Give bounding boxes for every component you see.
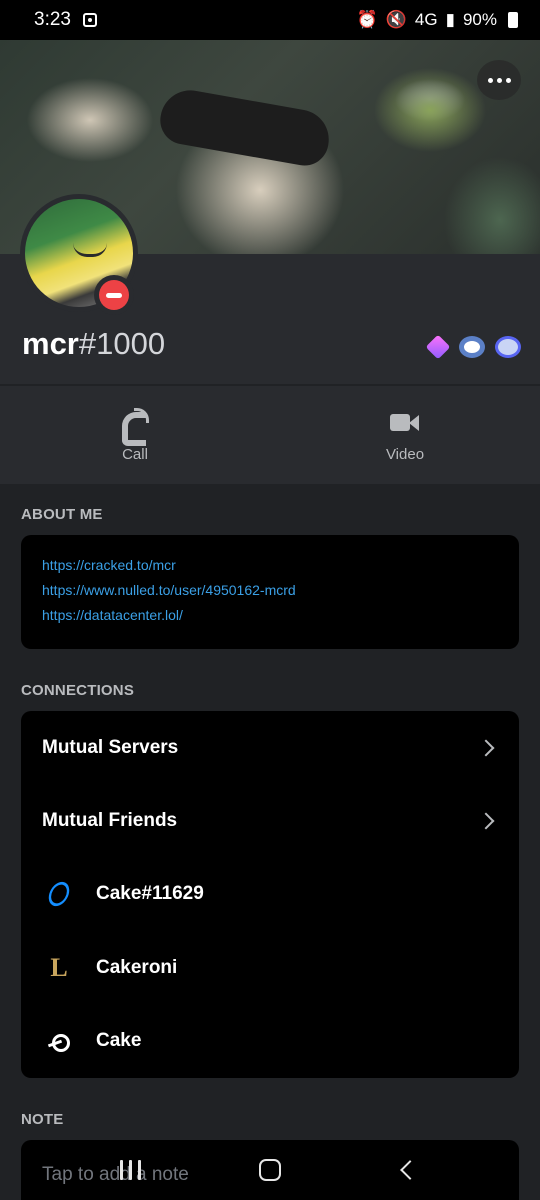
status-time: 3:23 bbox=[34, 9, 71, 30]
connection-name: Cake bbox=[96, 1030, 142, 1052]
more-options-button[interactable] bbox=[477, 60, 521, 100]
about-link[interactable]: https://www.nulled.to/user/4950162-mcrd bbox=[42, 582, 498, 598]
mutual-friends-row[interactable]: Mutual Friends bbox=[42, 784, 498, 857]
more-dot-icon bbox=[505, 77, 511, 83]
more-dot-icon bbox=[487, 77, 493, 83]
connection-league-row[interactable]: L Cakeroni bbox=[42, 931, 498, 1004]
nitro-gem-badge-icon[interactable] bbox=[425, 334, 451, 360]
note-title: NOTE bbox=[21, 1111, 64, 1128]
battery-percent: 90% bbox=[462, 10, 497, 29]
connections-title: CONNECTIONS bbox=[21, 682, 135, 699]
signal-type: 4G bbox=[414, 10, 438, 29]
connections-card: Mutual Servers Mutual Friends Cake#11629… bbox=[21, 711, 519, 1078]
connection-steam-row[interactable]: Cake bbox=[42, 1005, 498, 1078]
mutual-servers-label: Mutual Servers bbox=[42, 736, 179, 758]
home-button[interactable] bbox=[250, 1150, 290, 1190]
username-name: mcr bbox=[22, 326, 79, 361]
profile-screen: 3:23 ⏰ 🔇 4G ▮ 90% mcr#1000 Call Video AB… bbox=[0, 0, 540, 1200]
steam-icon bbox=[42, 1024, 76, 1058]
nitro-badge-icon[interactable] bbox=[495, 336, 521, 358]
about-me-card: https://cracked.to/mcr https://www.nulle… bbox=[21, 535, 519, 649]
chevron-right-icon bbox=[477, 739, 495, 757]
call-button[interactable]: Call bbox=[0, 386, 270, 484]
mute-icon: 🔇 bbox=[385, 10, 407, 29]
call-label: Call bbox=[122, 445, 148, 463]
recents-button[interactable] bbox=[110, 1150, 150, 1190]
chevron-right-icon bbox=[477, 812, 495, 830]
profile-actions: Call Video bbox=[0, 386, 540, 484]
back-button[interactable] bbox=[390, 1150, 430, 1190]
video-label: Video bbox=[385, 445, 425, 463]
avatar-eye-detail bbox=[73, 243, 107, 257]
server-boost-badge-icon[interactable] bbox=[459, 336, 485, 358]
recents-icon bbox=[119, 1160, 141, 1180]
username: mcr#1000 bbox=[22, 326, 165, 362]
back-icon bbox=[400, 1160, 420, 1180]
system-nav-bar bbox=[0, 1140, 540, 1200]
home-icon bbox=[259, 1159, 281, 1181]
signal-icon: ▮ bbox=[445, 10, 455, 29]
about-link[interactable]: https://cracked.to/mcr bbox=[42, 557, 498, 573]
badge-list bbox=[425, 334, 521, 360]
battlenet-icon bbox=[42, 877, 76, 911]
connection-name: Cakeroni bbox=[96, 956, 178, 978]
video-camera-icon bbox=[390, 408, 420, 436]
connection-battlenet-row[interactable]: Cake#11629 bbox=[42, 858, 498, 931]
banner-image-detail bbox=[156, 85, 334, 170]
league-of-legends-icon: L bbox=[50, 952, 68, 982]
mutual-friends-label: Mutual Friends bbox=[42, 810, 178, 832]
alarm-icon: ⏰ bbox=[356, 10, 378, 29]
status-right: ⏰ 🔇 4G ▮ 90% bbox=[357, 10, 518, 30]
status-bar: 3:23 ⏰ 🔇 4G ▮ 90% bbox=[0, 0, 540, 40]
username-discriminator: #1000 bbox=[78, 326, 166, 361]
more-dot-icon bbox=[496, 77, 502, 83]
battery-icon bbox=[508, 12, 518, 28]
about-link[interactable]: https://datatacenter.lol/ bbox=[42, 607, 498, 623]
notification-app-icon bbox=[82, 13, 97, 27]
dnd-status-icon bbox=[94, 275, 134, 315]
mutual-servers-row[interactable]: Mutual Servers bbox=[42, 711, 498, 784]
phone-call-icon bbox=[120, 407, 150, 446]
about-me-title: ABOUT ME bbox=[21, 506, 103, 523]
video-button[interactable]: Video bbox=[270, 386, 540, 484]
connection-name: Cake#11629 bbox=[96, 883, 204, 905]
